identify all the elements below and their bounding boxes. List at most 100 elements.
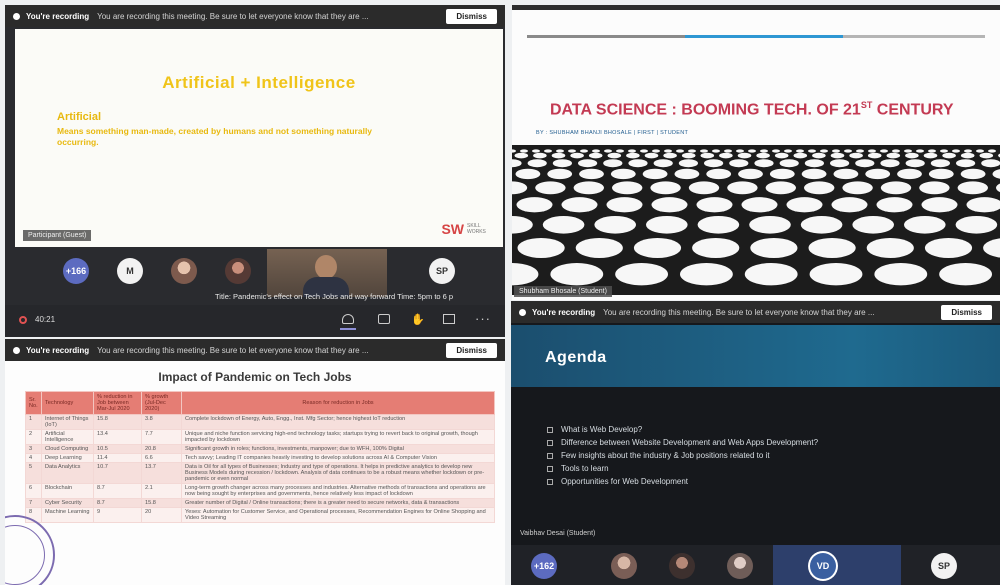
participant-avatar[interactable]: VD: [810, 553, 836, 579]
pattern-dot: [628, 149, 636, 153]
table-header: Sr. No.: [25, 391, 42, 415]
pattern-dot: [688, 181, 720, 195]
pattern-dot: [905, 159, 925, 168]
participant-photo[interactable]: [171, 258, 197, 284]
table-row: 3 Cloud Computing 10.5 20.8 Significant grow…: [25, 444, 495, 454]
participant-photo[interactable]: [225, 258, 251, 284]
pattern-dot: [849, 152, 863, 159]
pattern-dot: [681, 152, 696, 159]
pattern-dot: [769, 168, 795, 180]
table-row: 8 Machine Learning 9 20 Yeses: Automation fo…: [25, 507, 495, 523]
pattern-dot: [727, 181, 758, 195]
pattern-dot: [904, 216, 946, 234]
participant-photo[interactable]: [727, 553, 753, 579]
pattern-dot: [578, 159, 598, 168]
jobs-impact-table: Sr. No. Technology % reduction in Job be…: [25, 391, 495, 523]
table-cell: 2.1: [141, 483, 182, 499]
pattern-dot: [960, 168, 986, 180]
agenda-item: Tools to learn: [547, 462, 987, 475]
raise-hand-icon[interactable]: ✋: [411, 313, 425, 326]
table-cell: 6.6: [141, 453, 182, 463]
slide-term: Artificial: [57, 111, 102, 123]
table-cell: Cloud Computing: [41, 444, 94, 454]
meeting-title-ticker: Title: Pandemic's effect on Tech Jobs an…: [215, 292, 454, 301]
participant-avatar[interactable]: SP: [429, 258, 455, 284]
pattern-dot: [928, 149, 936, 153]
table-cell: 13.4: [93, 429, 142, 445]
slide-subtitle: BY : SHUBHAM BHANJI BHOSALE | FIRST | ST…: [536, 130, 689, 136]
agenda-header-band: Agenda: [511, 325, 1000, 387]
pattern-dot: [801, 168, 827, 180]
pattern-dot: [697, 216, 740, 234]
pattern-dot: [736, 149, 744, 153]
participant-photo[interactable]: [611, 553, 637, 579]
chat-icon[interactable]: [378, 314, 390, 324]
table-row: 5 Data Analytics 10.7 13.7 Data is Oil for a…: [25, 462, 495, 484]
pattern-dot: [765, 181, 796, 195]
pattern-dot: [604, 149, 612, 153]
table-cell: Yeses: Automation for Customer Service, …: [181, 507, 495, 523]
pattern-dot: [976, 149, 984, 153]
slide-title-sup: ST: [860, 100, 873, 110]
participant-count-avatar[interactable]: +166: [63, 258, 89, 284]
table-cell: 10.5: [93, 444, 142, 454]
pattern-dot: [756, 152, 770, 159]
participant-photo[interactable]: [669, 553, 695, 579]
pattern-dot: [812, 152, 826, 159]
pattern-dot: [737, 152, 752, 159]
table-cell: 1: [25, 414, 42, 430]
recording-banner: You're recording You are recording this …: [5, 5, 505, 27]
people-icon[interactable]: [342, 314, 354, 324]
slide-header-rule: [843, 35, 985, 38]
pattern-dot: [793, 152, 808, 159]
agenda-item-text: What is Web Develop?: [561, 425, 643, 434]
pattern-dot: [610, 168, 636, 180]
pattern-dot: [942, 152, 956, 159]
meeting-panel-top-right: DATA SCIENCE : BOOMING TECH. OF 21ST CEN…: [512, 5, 1000, 300]
slide-header-rule: [527, 35, 685, 38]
slide-title: Agenda: [545, 349, 607, 366]
people-underline: [340, 328, 356, 330]
pattern-dot: [650, 181, 681, 195]
table-cell: Deep Learning: [41, 453, 94, 463]
slide-title-text: DATA SCIENCE : BOOMING TECH. OF 21: [550, 101, 861, 119]
more-options-icon[interactable]: ···: [475, 311, 491, 326]
pattern-dot: [880, 159, 900, 168]
recording-message: You are recording this meeting. Be sure …: [603, 307, 875, 317]
agenda-item: Difference between Website Development a…: [547, 436, 987, 449]
dismiss-button[interactable]: Dismiss: [446, 8, 497, 24]
agenda-item: What is Web Develop?: [547, 423, 987, 436]
pattern-dot: [640, 149, 648, 153]
table-row: 1 Internet of Things (IoT) 15.8 3.8 Complete…: [25, 414, 495, 430]
rooms-icon[interactable]: [443, 314, 455, 324]
agenda-item-text: Opportunities for Web Development: [561, 477, 689, 486]
table-cell: 8.7: [93, 498, 142, 508]
pattern-dot: [867, 152, 882, 159]
pattern-dot: [700, 149, 708, 153]
pattern-dot: [981, 159, 1000, 168]
table-header: % reduction in Job between Mar-Jul 2020: [93, 391, 142, 415]
pattern-dot: [532, 149, 540, 153]
pattern-dot: [808, 237, 856, 258]
participant-avatar[interactable]: M: [117, 258, 143, 284]
dismiss-button[interactable]: Dismiss: [941, 304, 992, 320]
table-cell: 7: [25, 498, 42, 508]
participant-count-avatar[interactable]: +162: [531, 553, 557, 579]
slide-title: DATA SCIENCE : BOOMING TECH. OF 21ST CEN…: [550, 100, 990, 119]
pattern-dot: [897, 168, 922, 180]
bullet-icon: [547, 452, 553, 459]
pattern-dot: [516, 197, 553, 213]
dismiss-button[interactable]: Dismiss: [446, 342, 497, 358]
pattern-dot: [784, 149, 792, 153]
shared-slide: Artificial + Intelligence Artificial Mea…: [15, 29, 503, 247]
participant-avatar[interactable]: SP: [931, 553, 957, 579]
logo-mark: SW: [441, 221, 464, 237]
table-cell: 5: [25, 462, 42, 484]
pattern-dot: [633, 237, 682, 258]
dot-pattern-image: [512, 145, 1000, 295]
agenda-item-text: Few insights about the industry & Job po…: [561, 451, 770, 460]
pattern-dot: [831, 197, 868, 213]
table-cell: 15.8: [93, 414, 142, 430]
pattern-dot: [750, 237, 798, 258]
table-cell: Machine Learning: [41, 507, 94, 523]
